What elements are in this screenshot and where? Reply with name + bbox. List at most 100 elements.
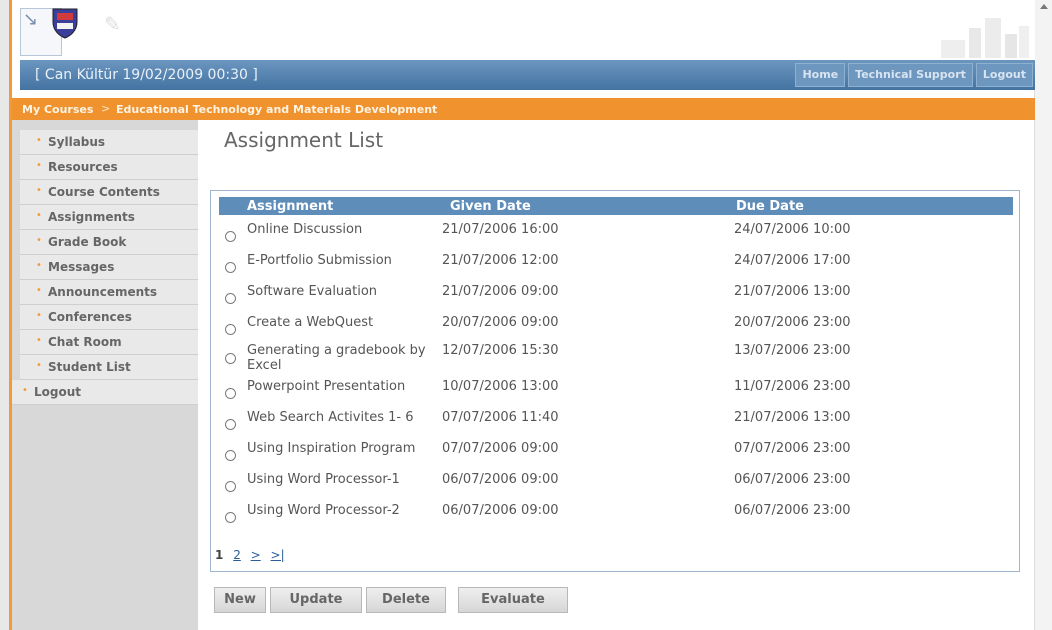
column-header-given-date: Given Date <box>450 199 531 214</box>
table-header: Assignment Given Date Due Date <box>219 197 1013 215</box>
given-date: 07/07/2006 11:40 <box>442 410 559 425</box>
sidebar-item-syllabus[interactable]: • Syllabus <box>20 130 198 155</box>
due-date: 06/07/2006 23:00 <box>734 503 851 518</box>
sidebar-item-announcements[interactable]: • Announcements <box>20 280 198 305</box>
sidebar-item-course-contents[interactable]: • Course Contents <box>20 180 198 205</box>
assignment-name: Software Evaluation <box>247 284 378 299</box>
assignment-radio[interactable] <box>225 262 236 273</box>
table-row[interactable]: Powerpoint Presentation 10/07/2006 13:00… <box>211 378 1017 408</box>
assignment-name: Web Search Activites 1- 6 <box>247 410 414 425</box>
due-date: 21/07/2006 13:00 <box>734 284 851 299</box>
assignment-name: Generating a gradebook by Excel <box>247 343 426 373</box>
sidebar-item-label: Student List <box>48 360 131 374</box>
title-bar: [ Can Kültür 19/02/2009 00:30 ] Home Tec… <box>20 60 1035 90</box>
new-button[interactable]: New <box>214 587 266 613</box>
site-header: ↘ ✎ <box>12 0 1035 60</box>
due-date: 21/07/2006 13:00 <box>734 410 851 425</box>
table-row[interactable]: Using Inspiration Program 07/07/2006 09:… <box>211 440 1017 470</box>
given-date: 06/07/2006 09:00 <box>442 503 559 518</box>
sidebar-item-label: Course Contents <box>48 185 160 199</box>
skyline-decoration-icon <box>941 18 1029 58</box>
sidebar-item-label: Chat Room <box>48 335 122 349</box>
evaluate-button[interactable]: Evaluate <box>458 587 568 613</box>
bullet-icon: • <box>36 135 42 146</box>
table-row[interactable]: E-Portfolio Submission 21/07/2006 12:00 … <box>211 252 1017 282</box>
table-row[interactable]: Using Word Processor-2 06/07/2006 09:00 … <box>211 502 1017 532</box>
breadcrumb-course[interactable]: Educational Technology and Materials Dev… <box>116 103 437 116</box>
assignment-name: Using Inspiration Program <box>247 441 416 456</box>
logo-watermark-icon: ✎ <box>104 12 121 36</box>
bullet-icon: • <box>22 385 28 396</box>
delete-button[interactable]: Delete <box>366 587 446 613</box>
sidebar-item-label: Resources <box>48 160 118 174</box>
sidebar-item-grade-book[interactable]: • Grade Book <box>20 230 198 255</box>
breadcrumb-my-courses[interactable]: My Courses <box>22 103 93 116</box>
table-row[interactable]: Using Word Processor-1 06/07/2006 09:00 … <box>211 471 1017 501</box>
assignment-radio[interactable] <box>225 419 236 430</box>
page-title: Assignment List <box>224 128 384 152</box>
due-date: 07/07/2006 23:00 <box>734 441 851 456</box>
given-date: 07/07/2006 09:00 <box>442 441 559 456</box>
sidebar-item-student-list[interactable]: • Student List <box>20 355 198 380</box>
sidebar-item-assignments[interactable]: • Assignments <box>20 205 198 230</box>
scroll-up-icon[interactable] <box>1040 4 1048 9</box>
column-header-due-date: Due Date <box>736 199 804 214</box>
university-crest-icon <box>52 8 78 39</box>
sidebar-item-resources[interactable]: • Resources <box>20 155 198 180</box>
assignment-name: Online Discussion <box>247 222 363 237</box>
assignment-name: Powerpoint Presentation <box>247 379 406 394</box>
assignment-radio[interactable] <box>225 512 236 523</box>
top-links: Home Technical Support Logout <box>795 63 1033 87</box>
pagination: 1 2 > >| <box>215 548 291 562</box>
table-row[interactable]: Generating a gradebook by Excel 12/07/20… <box>211 343 1017 379</box>
bullet-icon: • <box>36 285 42 296</box>
assignment-radio[interactable] <box>225 231 236 242</box>
assignment-radio[interactable] <box>225 293 236 304</box>
sidebar-item-logout[interactable]: • Logout <box>12 380 198 405</box>
table-row[interactable]: Web Search Activites 1- 6 07/07/2006 11:… <box>211 409 1017 439</box>
update-button[interactable]: Update <box>270 587 362 613</box>
bullet-icon: • <box>36 210 42 221</box>
breadcrumb: My Courses > Educational Technology and … <box>12 98 1035 120</box>
assignment-radio[interactable] <box>225 481 236 492</box>
user-session-label: [ Can Kültür 19/02/2009 00:30 ] <box>35 67 258 83</box>
vertical-scrollbar[interactable] <box>1034 0 1052 630</box>
sidebar-item-label: Logout <box>34 385 82 399</box>
given-date: 12/07/2006 15:30 <box>442 343 559 358</box>
logout-link[interactable]: Logout <box>975 63 1033 87</box>
table-row[interactable]: Software Evaluation 21/07/2006 09:00 21/… <box>211 283 1017 313</box>
bullet-icon: • <box>36 335 42 346</box>
assignment-radio[interactable] <box>225 388 236 399</box>
sidebar-item-chat-room[interactable]: • Chat Room <box>20 330 198 355</box>
assignment-name: Using Word Processor-1 <box>247 472 400 487</box>
assignment-radio[interactable] <box>225 353 236 364</box>
bullet-icon: • <box>36 160 42 171</box>
table-row[interactable]: Online Discussion 21/07/2006 16:00 24/07… <box>211 221 1017 251</box>
due-date: 13/07/2006 23:00 <box>734 343 851 358</box>
sidebar-item-messages[interactable]: • Messages <box>20 255 198 280</box>
technical-support-link[interactable]: Technical Support <box>848 63 973 87</box>
due-date: 24/07/2006 10:00 <box>734 222 851 237</box>
given-date: 06/07/2006 09:00 <box>442 472 559 487</box>
next-page-link[interactable]: > <box>251 548 261 562</box>
given-date: 21/07/2006 16:00 <box>442 222 559 237</box>
home-link[interactable]: Home <box>795 63 846 87</box>
bullet-icon: • <box>36 185 42 196</box>
sidebar-item-conferences[interactable]: • Conferences <box>20 305 198 330</box>
assignment-name: E-Portfolio Submission <box>247 253 392 268</box>
bullet-icon: • <box>36 260 42 271</box>
assignment-radio[interactable] <box>225 450 236 461</box>
assignment-radio[interactable] <box>225 324 236 335</box>
due-date: 24/07/2006 17:00 <box>734 253 851 268</box>
arrow-icon: ↘ <box>23 9 39 30</box>
page-current: 1 <box>215 548 224 562</box>
bullet-icon: • <box>36 310 42 321</box>
table-row[interactable]: Create a WebQuest 20/07/2006 09:00 20/07… <box>211 314 1017 344</box>
due-date: 20/07/2006 23:00 <box>734 315 851 330</box>
given-date: 21/07/2006 12:00 <box>442 253 559 268</box>
assignment-table-panel: Assignment Given Date Due Date Online Di… <box>210 190 1020 572</box>
last-page-link[interactable]: >| <box>271 548 285 562</box>
sidebar: • Syllabus • Resources • Course Contents • A… <box>12 120 198 630</box>
page-2-link[interactable]: 2 <box>233 548 241 562</box>
assignment-name: Create a WebQuest <box>247 315 374 330</box>
